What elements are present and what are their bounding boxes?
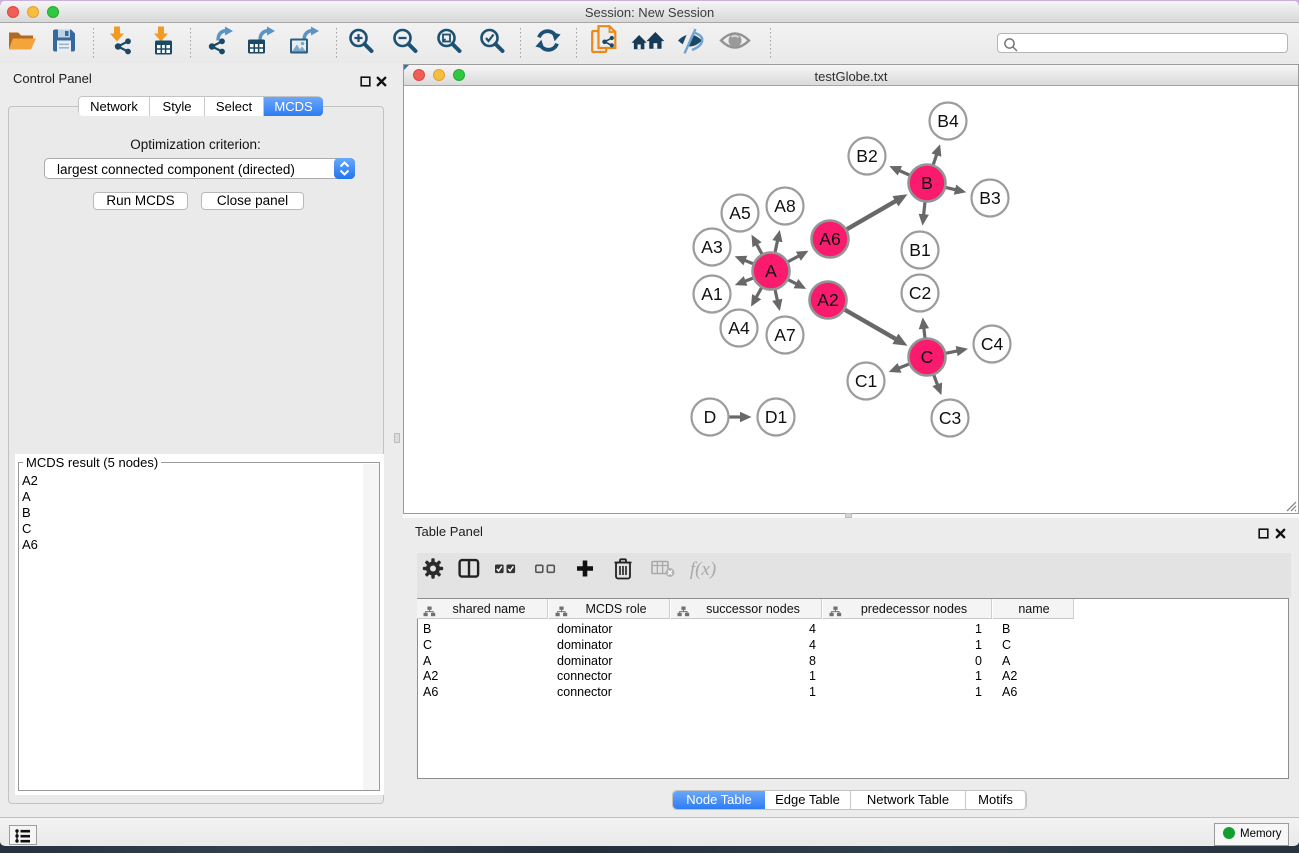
svg-text:A1: A1: [701, 284, 722, 304]
svg-text:A5: A5: [729, 203, 750, 223]
svg-text:A2: A2: [817, 290, 838, 310]
svg-text:B1: B1: [909, 240, 930, 260]
svg-text:A7: A7: [774, 325, 795, 345]
svg-text:D: D: [704, 407, 717, 427]
svg-text:C: C: [921, 347, 934, 367]
svg-text:A8: A8: [774, 196, 795, 216]
svg-text:A6: A6: [819, 229, 840, 249]
svg-text:C4: C4: [981, 334, 1004, 354]
svg-text:C1: C1: [855, 371, 877, 391]
svg-text:B3: B3: [979, 188, 1000, 208]
svg-text:A4: A4: [728, 318, 750, 338]
svg-text:C2: C2: [909, 283, 931, 303]
svg-text:A3: A3: [701, 237, 722, 257]
svg-text:A: A: [765, 261, 777, 281]
svg-text:B2: B2: [856, 146, 877, 166]
svg-text:B: B: [921, 173, 933, 193]
svg-text:B4: B4: [937, 111, 959, 131]
svg-text:D1: D1: [765, 407, 787, 427]
svg-text:C3: C3: [939, 408, 961, 428]
